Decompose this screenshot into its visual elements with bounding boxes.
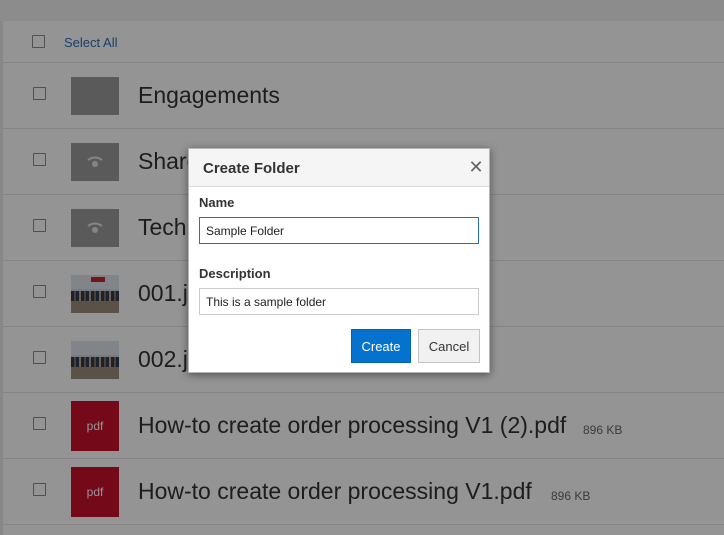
cancel-button[interactable]: Cancel xyxy=(418,329,480,363)
create-button[interactable]: Create xyxy=(351,329,411,363)
description-input[interactable] xyxy=(199,288,479,315)
create-folder-dialog: Create Folder ✕ Name Description Create … xyxy=(188,148,490,373)
close-icon[interactable]: ✕ xyxy=(468,158,484,176)
dialog-title: Create Folder xyxy=(203,160,300,177)
folder-name-input[interactable] xyxy=(199,217,479,244)
name-label: Name xyxy=(199,195,235,210)
dialog-header: Create Folder ✕ xyxy=(189,149,489,187)
description-label: Description xyxy=(199,266,271,281)
